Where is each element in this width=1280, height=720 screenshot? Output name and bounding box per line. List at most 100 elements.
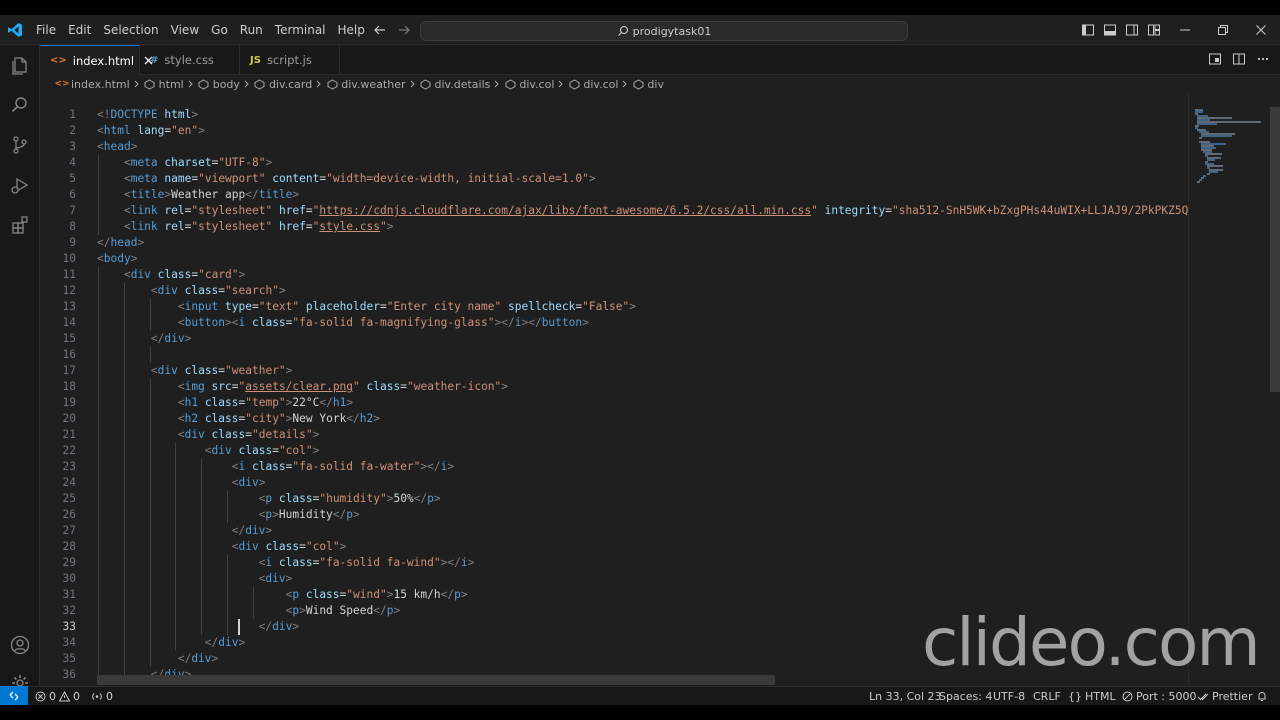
code-line[interactable]: 24 <div>: [40, 475, 1188, 491]
breadcrumb-item[interactable]: body: [198, 78, 240, 91]
menu-view[interactable]: View: [165, 19, 205, 41]
code-line[interactable]: 14 <button><i class="fa-solid fa-magnify…: [40, 315, 1188, 331]
code-token: >: [285, 364, 293, 377]
customize-layout-icon[interactable]: [1146, 22, 1162, 38]
menu-go[interactable]: Go: [205, 19, 234, 41]
code-token: style.css: [319, 220, 381, 233]
menu-help[interactable]: Help: [332, 19, 371, 41]
minimap[interactable]: [1188, 93, 1268, 685]
code-line[interactable]: 19 <h1 class="temp">22°C</h1>: [40, 395, 1188, 411]
code-line[interactable]: 11 <div class="card">: [40, 267, 1188, 283]
files-icon[interactable]: [0, 45, 40, 85]
more-actions-icon[interactable]: [1256, 51, 1270, 70]
code-line[interactable]: 10 <body>: [40, 251, 1188, 267]
code-token: >: [373, 412, 381, 425]
menu-edit[interactable]: Edit: [62, 19, 97, 41]
code-line[interactable]: 22 <div class="col">: [40, 443, 1188, 459]
code-line[interactable]: 3 <head>: [40, 139, 1188, 155]
command-center[interactable]: prodigytask01: [420, 21, 908, 41]
code-line[interactable]: 16: [40, 347, 1188, 363]
breadcrumb-item[interactable]: div.col: [568, 78, 618, 91]
ports-indicator[interactable]: 0: [91, 687, 113, 705]
code-line[interactable]: 15 </div>: [40, 331, 1188, 347]
code-line[interactable]: 9 </head>: [40, 235, 1188, 251]
account-icon[interactable]: [0, 625, 40, 665]
toggle-panel-icon[interactable]: [1102, 22, 1118, 38]
toggle-secondary-sidebar-icon[interactable]: [1124, 22, 1140, 38]
code-text: <div class="weather">: [97, 363, 293, 379]
code-token: div: [238, 540, 259, 553]
code-line[interactable]: 30 <div>: [40, 571, 1188, 587]
code-line[interactable]: 28 <div class="col">: [40, 539, 1188, 555]
code-line[interactable]: 25 <p class="humidity">50%</p>: [40, 491, 1188, 507]
source-control-icon[interactable]: [0, 125, 40, 165]
breadcrumb-item[interactable]: <> index.html: [54, 78, 129, 91]
code-line[interactable]: 31 <p class="wind">15 km/h</p>: [40, 587, 1188, 603]
breadcrumb-label: div: [647, 77, 664, 91]
horizontal-scrollbar[interactable]: [97, 675, 775, 685]
breadcrumb-item[interactable]: div.col: [504, 78, 554, 91]
tab-index-html[interactable]: <> index.html: [40, 45, 153, 75]
breadcrumb-item[interactable]: div.card: [254, 78, 312, 91]
close-window-icon[interactable]: [1242, 15, 1280, 45]
chevron-right-icon: [134, 80, 140, 88]
arrow-left-icon[interactable]: [372, 22, 388, 38]
live-server-port[interactable]: Port : 5000: [1122, 687, 1197, 705]
prettier-status[interactable]: Prettier: [1197, 687, 1252, 705]
language-mode[interactable]: {} HTML: [1068, 687, 1116, 705]
code-line[interactable]: 17 <div class="weather">: [40, 363, 1188, 379]
code-token: src: [211, 380, 232, 393]
breadcrumb-label: div.col: [583, 77, 619, 91]
menu-terminal[interactable]: Terminal: [269, 19, 332, 41]
toggle-primary-sidebar-icon[interactable]: [1080, 22, 1096, 38]
code-line[interactable]: 5 <meta name="viewport" content="width=d…: [40, 171, 1188, 187]
code-line[interactable]: 1 <!DOCTYPE html>: [40, 107, 1188, 123]
split-editor-icon[interactable]: [1232, 51, 1246, 70]
code-line[interactable]: 23 <i class="fa-solid fa-water"></i>: [40, 459, 1188, 475]
code-line[interactable]: 7 <link rel="stylesheet" href="https://c…: [40, 203, 1188, 219]
code-text: <!DOCTYPE html>: [97, 107, 198, 123]
menu-selection[interactable]: Selection: [97, 19, 164, 41]
code-line[interactable]: 26 <p>Humidity</p>: [40, 507, 1188, 523]
run-debug-icon[interactable]: [0, 165, 40, 205]
code-line[interactable]: 8 <link rel="stylesheet" href="style.css…: [40, 219, 1188, 235]
code-text: </div>: [97, 651, 218, 667]
menu-run[interactable]: Run: [234, 19, 269, 41]
open-preview-icon[interactable]: [1208, 51, 1222, 70]
menu-file[interactable]: File: [30, 19, 62, 41]
breadcrumb-item[interactable]: html: [144, 78, 184, 91]
vertical-scrollbar[interactable]: [1270, 107, 1280, 392]
code-line[interactable]: 18 <img src="assets/clear.png" class="we…: [40, 379, 1188, 395]
extensions-icon[interactable]: [0, 205, 40, 245]
problems-indicator[interactable]: 0 0: [35, 687, 80, 705]
code-editor[interactable]: 1 <!DOCTYPE html> 2 <html lang="en"> 3 <head>…: [40, 93, 1188, 685]
breadcrumb-item[interactable]: div.weather: [326, 78, 406, 91]
breadcrumb-item[interactable]: div.details: [420, 78, 490, 91]
code-line[interactable]: 13 <input type="text" placeholder="Enter…: [40, 299, 1188, 315]
code-line[interactable]: 29 <i class="fa-solid fa-wind"></i>: [40, 555, 1188, 571]
code-line[interactable]: 6 <title>Weather app</title>: [40, 187, 1188, 203]
indentation[interactable]: Spaces: 4: [939, 687, 992, 705]
remote-indicator[interactable]: [0, 686, 28, 705]
breadcrumb-item[interactable]: div: [632, 78, 664, 91]
code-line[interactable]: 21 <div class="details">: [40, 427, 1188, 443]
code-line[interactable]: 27 </div>: [40, 523, 1188, 539]
code-line[interactable]: 4 <meta charset="UTF-8">: [40, 155, 1188, 171]
broadcast-icon: [92, 692, 102, 700]
cursor-position[interactable]: Ln 33, Col 23: [869, 687, 942, 705]
code-line[interactable]: 12 <div class="search">: [40, 283, 1188, 299]
end-of-line[interactable]: CRLF: [1033, 687, 1061, 705]
bell-icon[interactable]: [1256, 687, 1268, 705]
search-icon[interactable]: [0, 85, 40, 125]
code-line[interactable]: 2 <html lang="en">: [40, 123, 1188, 139]
minimize-icon[interactable]: [1166, 15, 1204, 45]
arrow-right-icon[interactable]: [396, 22, 412, 38]
code-line[interactable]: 20 <h2 class="city">New York</h2>: [40, 411, 1188, 427]
line-number: 18: [62, 380, 76, 393]
restore-icon[interactable]: [1204, 15, 1242, 45]
encoding[interactable]: UTF-8: [993, 687, 1025, 705]
tab-script-js[interactable]: JS script.js: [240, 45, 340, 75]
tab-style-css[interactable]: # style.css: [140, 45, 240, 75]
